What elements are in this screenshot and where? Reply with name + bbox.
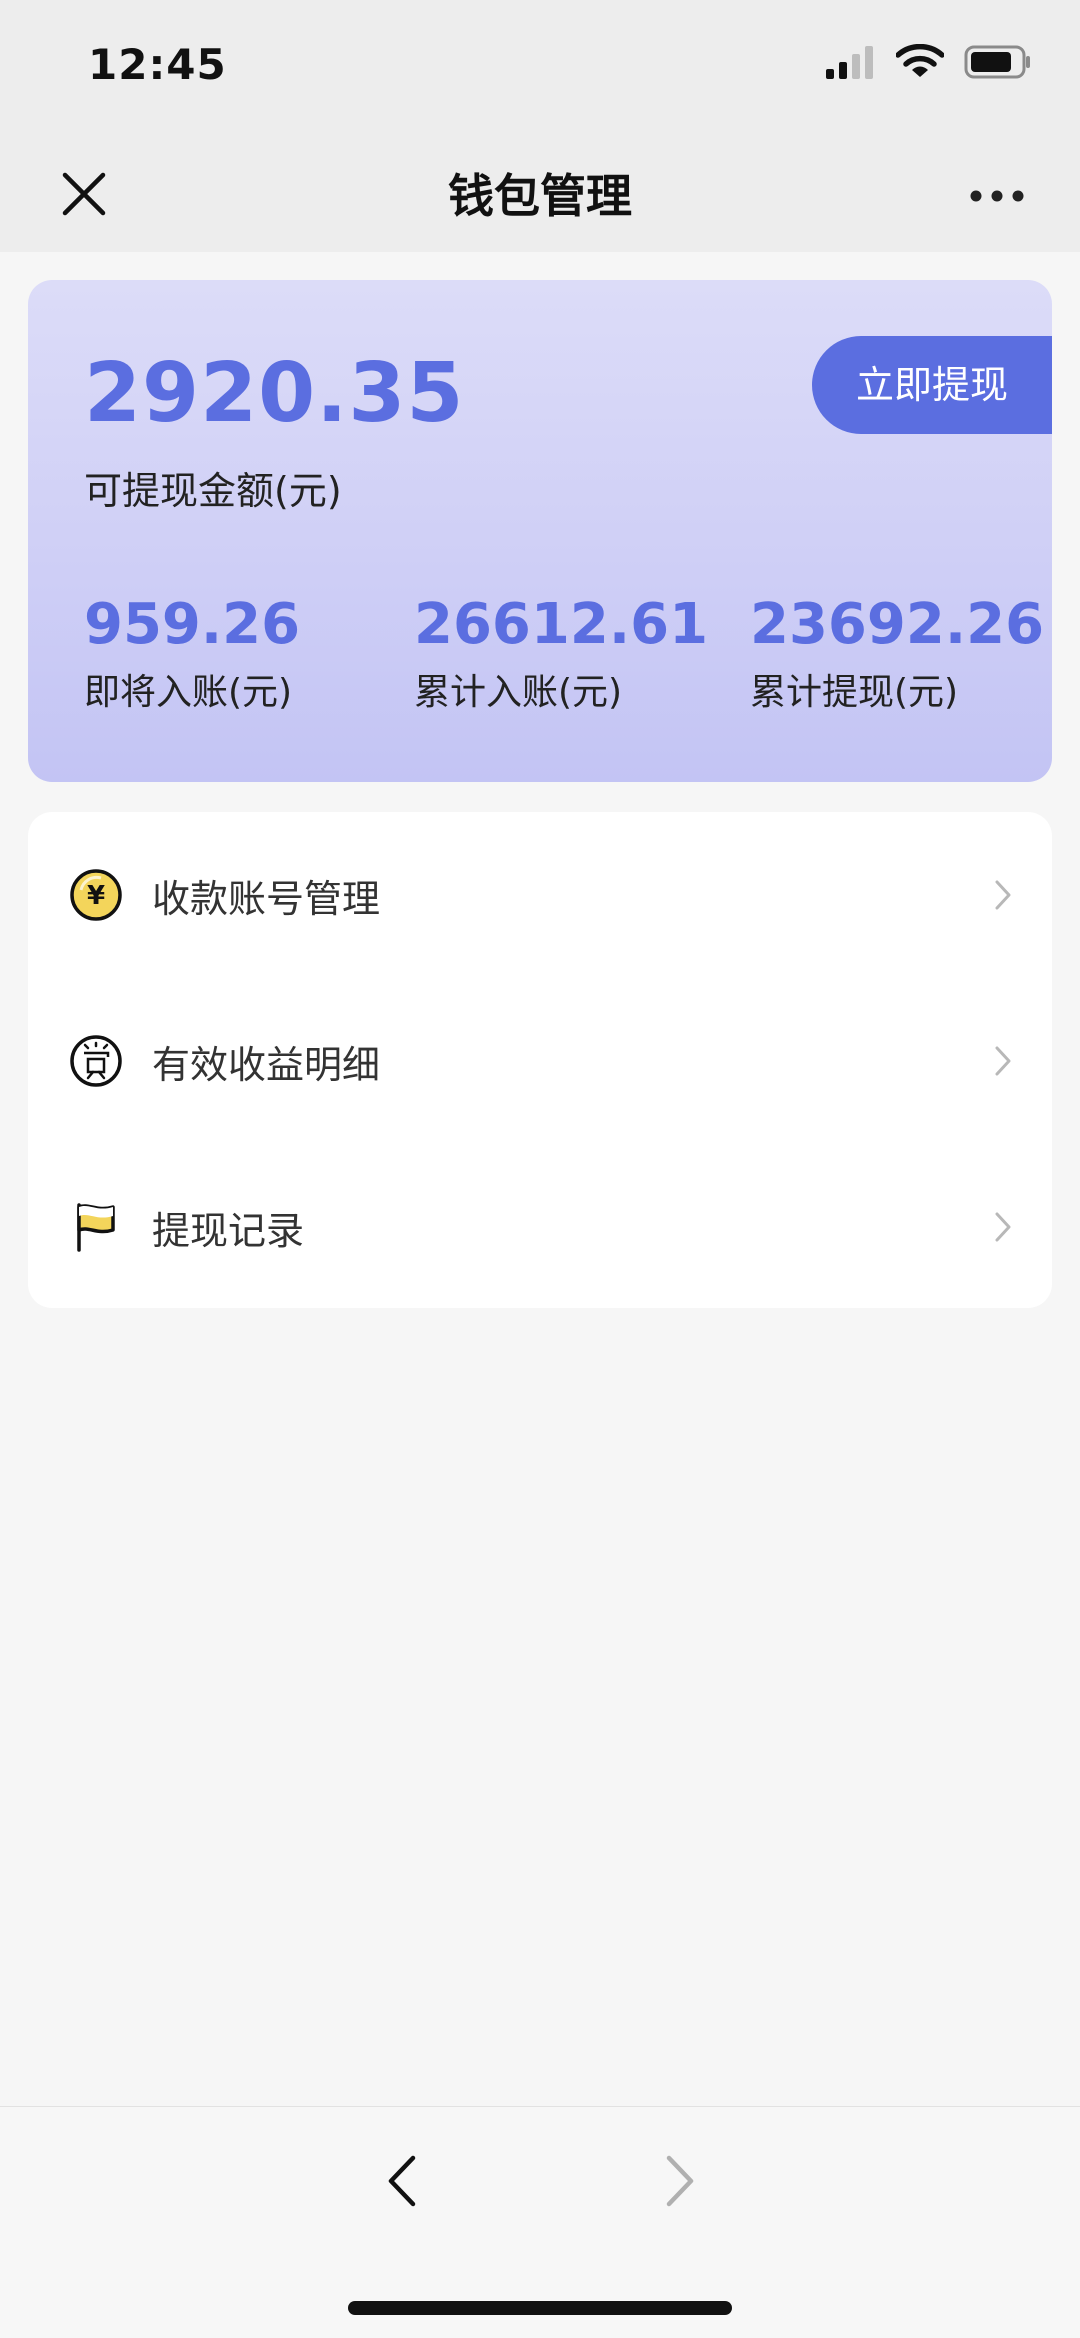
menu-item-label: 提现记录 <box>152 1208 305 1253</box>
close-icon <box>61 171 107 221</box>
flag-icon <box>68 1199 124 1255</box>
stat-total-withdrawn: 23692.26 累计提现(元) <box>750 590 1044 718</box>
stats-row: 959.26 即将入账(元) 26612.61 累计入账(元) 23692.26… <box>84 590 1044 718</box>
wifi-icon <box>895 43 945 84</box>
page-title: 钱包管理 <box>448 169 632 223</box>
yuan-coin-icon: ¥ <box>68 867 124 923</box>
back-button[interactable] <box>374 2143 430 2223</box>
forward-button[interactable] <box>652 2143 708 2223</box>
menu-item-income-details[interactable]: 有效收益明细 <box>28 978 1052 1144</box>
svg-text:¥: ¥ <box>87 881 105 911</box>
forward-arrow-icon <box>665 2155 695 2211</box>
withdraw-button[interactable]: 立即提现 <box>812 336 1052 434</box>
back-arrow-icon <box>387 2155 417 2211</box>
browser-toolbar <box>0 2106 1080 2338</box>
chevron-right-icon <box>988 875 1018 915</box>
more-button[interactable] <box>962 166 1032 226</box>
menu-item-payment-accounts[interactable]: ¥ 收款账号管理 <box>28 812 1052 978</box>
status-icons <box>826 43 1032 84</box>
stat-value: 959.26 <box>84 592 301 657</box>
reward-icon <box>68 1033 124 1089</box>
battery-icon <box>964 45 1032 83</box>
home-indicator[interactable] <box>348 2301 732 2315</box>
close-button[interactable] <box>54 166 114 226</box>
menu-list: ¥ 收款账号管理 有效收益明细 提现记录 <box>28 812 1052 1308</box>
stat-value: 23692.26 <box>750 592 1045 657</box>
more-icon <box>970 187 1024 206</box>
stat-label: 累计提现(元) <box>750 672 959 713</box>
status-bar: 12:45 <box>0 0 1080 140</box>
status-time: 12:45 <box>88 40 227 89</box>
stat-label: 累计入账(元) <box>414 672 623 713</box>
balance-label: 可提现金额(元) <box>84 469 342 513</box>
stat-value: 26612.61 <box>414 592 709 657</box>
stat-label: 即将入账(元) <box>84 672 293 713</box>
cellular-signal-icon <box>826 45 876 83</box>
chevron-right-icon <box>988 1041 1018 1081</box>
wallet-card: 2920.35 可提现金额(元) 立即提现 959.26 即将入账(元) 266… <box>28 280 1052 782</box>
stat-pending: 959.26 即将入账(元) <box>84 590 414 718</box>
chevron-right-icon <box>988 1207 1018 1247</box>
stat-total-income: 26612.61 累计入账(元) <box>414 590 750 718</box>
balance-value: 2920.35 <box>84 346 465 441</box>
menu-item-withdraw-records[interactable]: 提现记录 <box>28 1144 1052 1308</box>
menu-item-label: 收款账号管理 <box>152 876 381 921</box>
menu-item-label: 有效收益明细 <box>152 1042 381 1087</box>
nav-bar: 钱包管理 <box>0 140 1080 252</box>
